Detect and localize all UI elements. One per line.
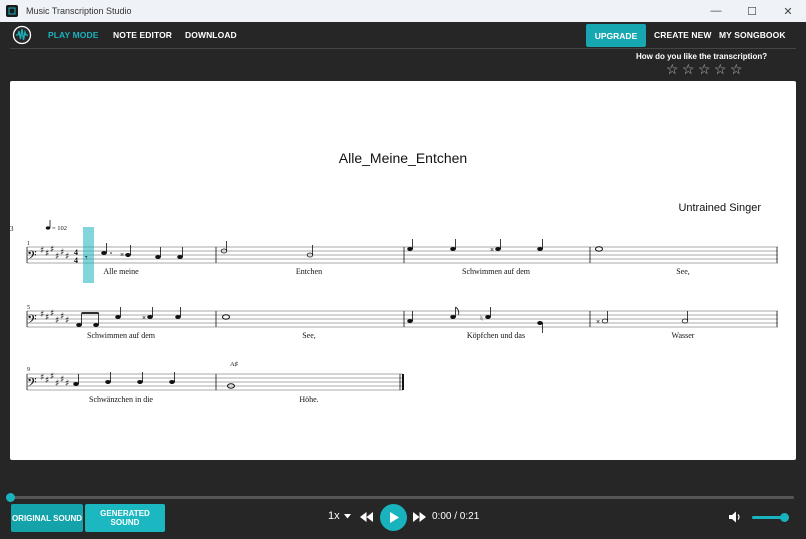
- nav-divider: [10, 48, 796, 49]
- playback-time: 0:00 / 0:21: [432, 511, 480, 522]
- staff-system-1: 1 𝄢 ♯ ♯ ♯ ♯ ♯ ♯ 4 4 𝄾 × × Alle meine Ent…: [26, 227, 778, 283]
- svg-text:♯: ♯: [50, 245, 54, 255]
- measure-number: 1: [27, 241, 30, 247]
- staff-system-2: 5 𝄢 ♯ ♯ ♯ ♯ ♯ ♯ × ♮ × Schwimmen auf dem …: [26, 305, 778, 340]
- svg-text:♯: ♯: [45, 249, 49, 259]
- playback-progress-bar[interactable]: [10, 496, 794, 499]
- svg-text:♯: ♯: [45, 313, 49, 323]
- rest-icon: 𝄾: [85, 253, 88, 264]
- measure-number: 9: [27, 367, 30, 373]
- top-nav: PLAY MODE NOTE EDITOR DOWNLOAD UPGRADE C…: [0, 22, 806, 49]
- star-icon-4[interactable]: ☆: [714, 62, 728, 76]
- svg-text:♯: ♯: [45, 376, 49, 386]
- star-icon-5[interactable]: ☆: [730, 62, 744, 76]
- svg-text:♯: ♯: [50, 372, 54, 382]
- svg-text:×: ×: [596, 319, 600, 326]
- lyric: Alle meine: [103, 267, 139, 276]
- original-sound-button[interactable]: ORIGINAL SOUND: [11, 504, 83, 532]
- score-composer: Untrained Singer: [678, 202, 761, 214]
- lyric: Entchen: [296, 267, 322, 276]
- score-title: Alle_Meine_Entchen: [339, 150, 467, 166]
- bass-clef-icon: 𝄢: [27, 248, 37, 266]
- svg-text:×: ×: [120, 252, 124, 259]
- nav-create-new[interactable]: CREATE NEW: [654, 22, 712, 49]
- chevron-down-icon: [343, 513, 351, 518]
- measure-5-notes: ×: [76, 307, 182, 327]
- maximize-button[interactable]: ☐: [734, 0, 770, 22]
- rating-question: How do you like the transcription?: [636, 52, 768, 61]
- lyric: Schwänzchen in die: [89, 395, 153, 404]
- svg-text:♯: ♯: [55, 252, 59, 262]
- app-icon: [6, 5, 18, 17]
- rewind-icon[interactable]: [360, 512, 373, 522]
- window-titlebar: Music Transcription Studio — ☐ ✕: [0, 0, 806, 22]
- whole-note: [595, 246, 603, 252]
- lyric: See,: [676, 267, 690, 276]
- svg-text:♯: ♯: [60, 312, 64, 322]
- measure-8-notes: ×: [596, 311, 689, 326]
- nav-my-songbook[interactable]: MY SONGBOOK: [719, 22, 786, 49]
- svg-text:♯: ♯: [60, 248, 64, 258]
- lyric: Wasser: [672, 331, 695, 340]
- svg-text:♯: ♯: [60, 375, 64, 385]
- svg-text:×: ×: [490, 247, 494, 254]
- sound-source-toggle: ORIGINAL SOUND GENERATED SOUND: [11, 504, 165, 532]
- lyric: Köpfchen und das: [467, 331, 525, 340]
- lyric: See,: [302, 331, 316, 340]
- bass-clef-icon: 𝄢: [27, 312, 37, 330]
- window-controls: — ☐ ✕: [698, 0, 806, 22]
- star-icon-3[interactable]: ☆: [698, 62, 712, 76]
- score-canvas: Alle_Meine_Entchen Untrained Singer 3 = …: [10, 150, 778, 404]
- svg-text:4: 4: [74, 256, 78, 265]
- key-signature: ♯ ♯ ♯ ♯ ♯ ♯: [40, 372, 69, 389]
- measure-2-notes: [220, 241, 314, 258]
- key-signature: ♯ ♯ ♯ ♯ ♯ ♯: [40, 245, 69, 262]
- svg-text:♮: ♮: [480, 314, 483, 323]
- header-mark: 3: [10, 225, 14, 233]
- play-icon: [389, 512, 399, 523]
- volume-handle[interactable]: [780, 513, 789, 522]
- nav-note-editor[interactable]: NOTE EDITOR: [113, 22, 172, 49]
- star-icon-2[interactable]: ☆: [682, 62, 696, 76]
- volume-icon[interactable]: [728, 510, 742, 524]
- nav-download[interactable]: DOWNLOAD: [185, 22, 237, 49]
- key-signature: ♯ ♯ ♯ ♯ ♯ ♯: [40, 309, 69, 326]
- tempo-marking: = 102: [45, 220, 67, 232]
- lyric: Höhe.: [299, 395, 318, 404]
- play-button[interactable]: [380, 504, 407, 531]
- lyric: Schwimmen auf dem: [462, 267, 531, 276]
- svg-text:♯: ♯: [55, 379, 59, 389]
- star-icon-1[interactable]: ☆: [666, 62, 680, 76]
- upgrade-button[interactable]: UPGRADE: [586, 24, 646, 47]
- app-logo-icon[interactable]: [12, 25, 32, 45]
- svg-text:♯: ♯: [55, 316, 59, 326]
- fast-forward-icon[interactable]: [413, 512, 426, 522]
- progress-handle[interactable]: [6, 493, 15, 502]
- svg-text:×: ×: [142, 315, 146, 322]
- svg-text:♯: ♯: [65, 316, 69, 326]
- close-button[interactable]: ✕: [770, 0, 806, 22]
- svg-text:♯: ♯: [65, 379, 69, 389]
- window-title: Music Transcription Studio: [26, 6, 132, 16]
- svg-text:= 102: = 102: [52, 225, 67, 232]
- measure-number: 5: [27, 305, 30, 311]
- whole-note: [222, 314, 230, 320]
- speed-value: 1x: [328, 510, 340, 522]
- bass-clef-icon: 𝄢: [27, 375, 37, 393]
- nav-play-mode[interactable]: PLAY MODE: [48, 22, 99, 49]
- svg-text:♯: ♯: [40, 246, 44, 256]
- svg-text:♯: ♯: [50, 309, 54, 319]
- svg-text:♯: ♯: [65, 252, 69, 262]
- speed-selector[interactable]: 1x: [328, 510, 351, 522]
- svg-text:♯: ♯: [40, 310, 44, 320]
- lyric: Schwimmen auf dem: [87, 331, 156, 340]
- generated-sound-button[interactable]: GENERATED SOUND: [85, 504, 165, 532]
- score-sheet: Alle_Meine_Entchen Untrained Singer 3 = …: [10, 81, 796, 460]
- minimize-button[interactable]: —: [698, 0, 734, 22]
- star-rating: ☆ ☆ ☆ ☆ ☆: [666, 62, 744, 76]
- measure-3-notes: ×: [407, 239, 543, 254]
- staff-system-3: 9 A♯ 𝄢 ♯ ♯ ♯ ♯ ♯ ♯ Schwänzchen in die Hö…: [26, 361, 404, 404]
- svg-text:♯: ♯: [40, 373, 44, 383]
- chord-symbol: A♯: [230, 361, 238, 368]
